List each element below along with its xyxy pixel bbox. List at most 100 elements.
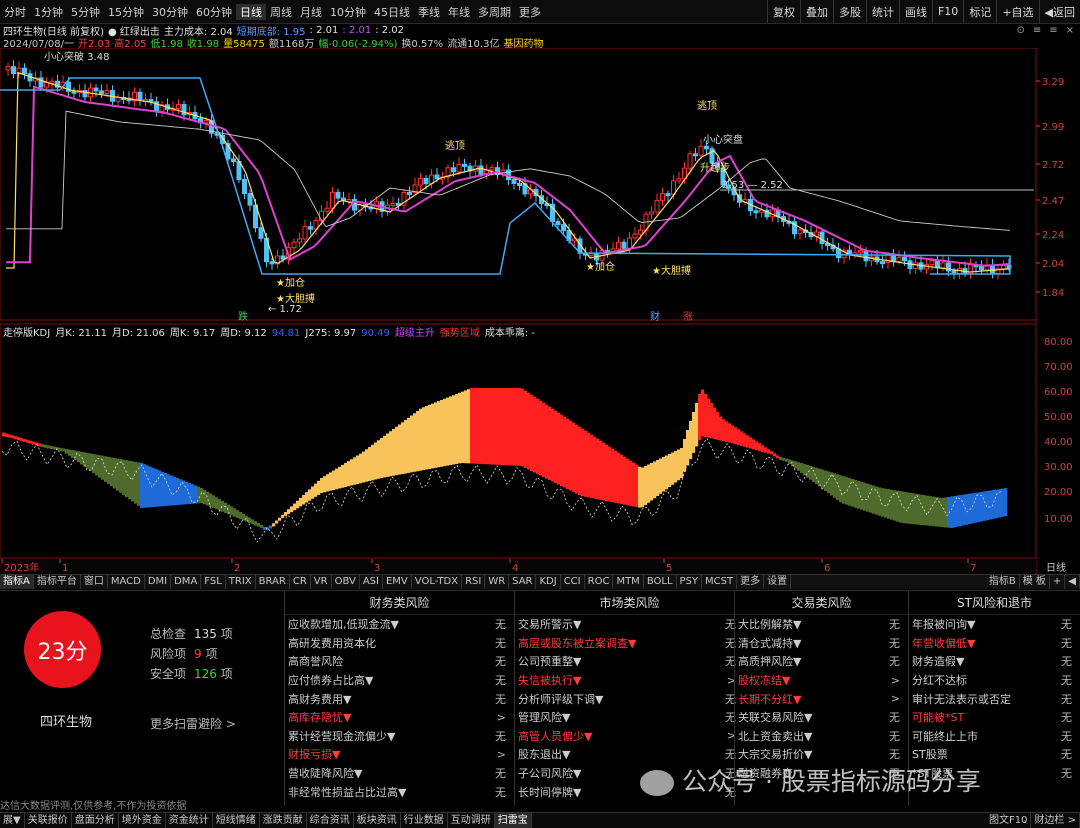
- risk-row[interactable]: 年营收偏低▼ 无: [909, 634, 1080, 653]
- bottom-tab[interactable]: 板块资讯: [354, 813, 401, 828]
- risk-row[interactable]: 应收款增加,低现金流▼ 无: [285, 615, 514, 634]
- risk-row[interactable]: 分析师评级下调▼ 无: [515, 689, 744, 708]
- toolbar-button[interactable]: 多股: [832, 0, 866, 23]
- bottom-tab[interactable]: 行业数据: [401, 813, 448, 828]
- indicator-tab[interactable]: FSL: [201, 575, 226, 589]
- risk-row[interactable]: 北上资金卖出▼ 无: [735, 727, 908, 746]
- period-tab[interactable]: 15分钟: [104, 4, 148, 20]
- risk-row[interactable]: 高研发费用资本化 无: [285, 634, 514, 653]
- period-tab[interactable]: 60分钟: [192, 4, 236, 20]
- window-button[interactable]: ⊙: [1016, 25, 1024, 36]
- indicator-tab[interactable]: VOL-TDX: [412, 575, 463, 589]
- indicator-tab[interactable]: TRIX: [226, 575, 256, 589]
- risk-row[interactable]: 高库存隐忧▼ >: [285, 708, 514, 727]
- period-tab[interactable]: 30分钟: [148, 4, 192, 20]
- bottom-tab[interactable]: 资金统计: [166, 813, 213, 828]
- toolbar-button[interactable]: 复权: [766, 0, 800, 23]
- toolbar-button[interactable]: 标记: [963, 0, 996, 23]
- indicator-tab[interactable]: KDJ: [536, 575, 561, 589]
- risk-row[interactable]: 年报被问询▼ 无: [909, 615, 1080, 634]
- indicator-tab[interactable]: SAR: [509, 575, 537, 589]
- risk-row[interactable]: 大比例解禁▼ 无: [735, 615, 908, 634]
- indicator-tab[interactable]: MTM: [613, 575, 644, 589]
- bottom-tab[interactable]: 涨跌贡献: [260, 813, 307, 828]
- bottom-tab-right[interactable]: 图文F10: [986, 813, 1032, 828]
- risk-row[interactable]: 财务造假▼ 无: [909, 652, 1080, 671]
- indicator-tab[interactable]: BOLL: [644, 575, 677, 589]
- indicator-tab[interactable]: WR: [485, 575, 510, 589]
- indicator-tab-right[interactable]: 模 板: [1020, 575, 1050, 589]
- toolbar-button[interactable]: F10: [931, 0, 963, 23]
- period-tab[interactable]: 年线: [444, 4, 474, 20]
- risk-row[interactable]: 财报亏损▼ >: [285, 745, 514, 764]
- risk-row[interactable]: 可能被*ST 无: [909, 708, 1080, 727]
- risk-row[interactable]: 可能终止上市 无: [909, 727, 1080, 746]
- period-tab[interactable]: 更多: [515, 4, 545, 20]
- risk-row[interactable]: 长期不分红▼ >: [735, 689, 908, 708]
- bottom-tab[interactable]: 盘面分析: [72, 813, 119, 828]
- risk-row[interactable]: 关联交易风险▼ 无: [735, 708, 908, 727]
- bottom-tab[interactable]: 互动调研: [448, 813, 495, 828]
- bottom-tab-right[interactable]: 财边栏 >: [1031, 813, 1080, 828]
- period-tab[interactable]: 月线: [296, 4, 326, 20]
- toolbar-button[interactable]: 统计: [865, 0, 899, 23]
- indicator-tab[interactable]: OBV: [332, 575, 360, 589]
- indicator-tab[interactable]: 更多: [737, 575, 765, 589]
- toolbar-button[interactable]: +自选: [996, 0, 1038, 23]
- period-tab[interactable]: 季线: [414, 4, 444, 20]
- toolbar-button[interactable]: 画线: [898, 0, 932, 23]
- window-button[interactable]: ≡: [1049, 25, 1057, 36]
- indicator-tab[interactable]: CCI: [561, 575, 585, 589]
- risk-row[interactable]: 应付债券占比高▼ 无: [285, 671, 514, 690]
- bottom-tab[interactable]: 短线情绪: [213, 813, 260, 828]
- period-tab[interactable]: 1分钟: [30, 4, 67, 20]
- bottom-tab[interactable]: 关联报价: [25, 813, 72, 828]
- window-button[interactable]: ≡: [1033, 25, 1041, 36]
- period-tab[interactable]: 周线: [266, 4, 296, 20]
- period-tab[interactable]: 分时: [0, 4, 30, 20]
- indicator-tab-right[interactable]: ◀: [1065, 575, 1080, 589]
- period-tab[interactable]: 日线: [236, 3, 266, 20]
- indicator-tab[interactable]: EMV: [383, 575, 412, 589]
- chart-area[interactable]: 3.29 2.99 2.72 2.47 2.24 2.04 1.84 80.00 70.00 60…: [0, 48, 1080, 574]
- indicator-tab[interactable]: 指标平台: [34, 575, 81, 589]
- risk-row[interactable]: 公司预重整▼ 无: [515, 652, 744, 671]
- indicator-tab[interactable]: CR: [290, 575, 311, 589]
- bottom-tab[interactable]: 境外资金: [119, 813, 166, 828]
- risk-row[interactable]: 高管人员偏少▼ >: [515, 727, 744, 746]
- indicator-tab[interactable]: 窗口: [81, 575, 108, 589]
- indicator-tab[interactable]: RSI: [462, 575, 486, 589]
- risk-row[interactable]: 分红不达标 无: [909, 671, 1080, 690]
- bottom-tab[interactable]: 展▼: [0, 813, 25, 828]
- period-tab[interactable]: 5分钟: [67, 4, 104, 20]
- indicator-tab[interactable]: BRAR: [256, 575, 290, 589]
- risk-row[interactable]: 高财务费用▼ 无: [285, 689, 514, 708]
- risk-row[interactable]: 交易所警示▼ 无: [515, 615, 744, 634]
- risk-row[interactable]: 营收陡降风险▼ 无: [285, 764, 514, 783]
- bottom-tab[interactable]: 扫雷宝: [494, 813, 532, 828]
- period-tab[interactable]: 10分钟: [326, 4, 370, 20]
- risk-row[interactable]: 高层或股东被立案调查▼ 无: [515, 634, 744, 653]
- indicator-tab-right[interactable]: 指标B: [986, 575, 1020, 589]
- risk-row[interactable]: 股权冻结▼ >: [735, 671, 908, 690]
- indicator-tab[interactable]: DMA: [171, 575, 202, 589]
- toolbar-button[interactable]: 叠加: [799, 0, 833, 23]
- period-tab[interactable]: 45日线: [370, 4, 414, 20]
- indicator-tab[interactable]: MCST: [702, 575, 738, 589]
- indicator-tab[interactable]: 设置: [764, 575, 792, 589]
- bottom-tab[interactable]: 综合资讯: [307, 813, 354, 828]
- risk-row[interactable]: 累计经营现金流偏少▼ 无: [285, 727, 514, 746]
- indicator-tab[interactable]: PSY: [677, 575, 703, 589]
- risk-row[interactable]: 股东退出▼ 无: [515, 745, 744, 764]
- more-scan-link[interactable]: 更多扫雷避险 >: [150, 715, 236, 732]
- indicator-tab[interactable]: MACD: [108, 575, 145, 589]
- indicator-tab-right[interactable]: +: [1050, 575, 1066, 589]
- risk-row[interactable]: 高质押风险▼ 无: [735, 652, 908, 671]
- indicator-tab[interactable]: ASI: [360, 575, 383, 589]
- indicator-tab[interactable]: ROC: [585, 575, 614, 589]
- risk-row[interactable]: 失信被执行▼ >: [515, 671, 744, 690]
- risk-row[interactable]: ST股票 无: [909, 745, 1080, 764]
- risk-row[interactable]: 管理风险▼ 无: [515, 708, 744, 727]
- toolbar-button[interactable]: ◀返回: [1038, 0, 1080, 23]
- window-button[interactable]: ×: [1066, 25, 1074, 36]
